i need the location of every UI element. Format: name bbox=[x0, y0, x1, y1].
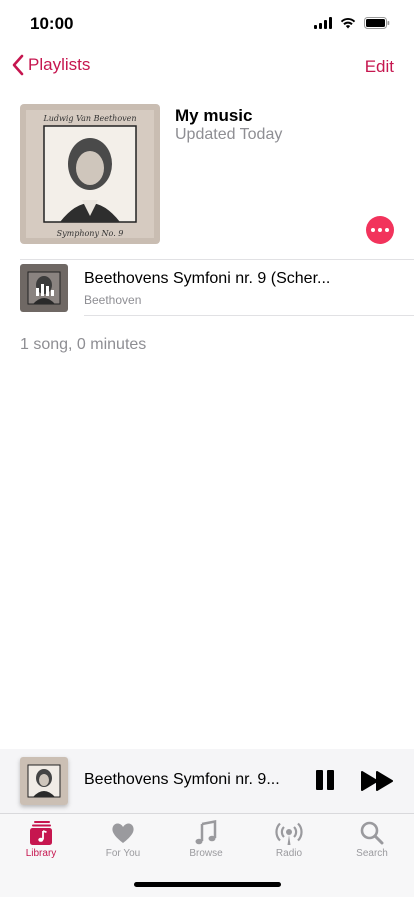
cover-title-text: Ludwig Van Beethoven bbox=[42, 114, 136, 123]
wifi-icon bbox=[340, 17, 356, 29]
home-indicator[interactable] bbox=[134, 882, 281, 887]
heart-icon bbox=[112, 823, 134, 843]
back-button-label: Playlists bbox=[28, 55, 91, 74]
playlist-subtitle: Updated Today bbox=[175, 126, 283, 143]
playlist-title: My music bbox=[175, 106, 253, 125]
mini-player-title: Beethovens Symfoni nr. 9... bbox=[84, 771, 280, 788]
song-artist: Beethoven bbox=[84, 293, 142, 307]
status-time: 10:00 bbox=[30, 14, 74, 33]
battery-icon bbox=[364, 17, 390, 29]
more-options-button[interactable] bbox=[366, 216, 394, 244]
radio-icon bbox=[275, 822, 303, 845]
more-dots-icon bbox=[371, 228, 375, 232]
divider bbox=[84, 315, 414, 316]
song-row[interactable]: Beethovens Symfoni nr. 9 (Scher... Beeth… bbox=[20, 264, 414, 314]
song-title: Beethovens Symfoni nr. 9 (Scher... bbox=[84, 270, 331, 287]
tab-label: Radio bbox=[275, 848, 303, 859]
tab-library[interactable]: Library bbox=[0, 820, 82, 859]
tab-browse[interactable]: Browse bbox=[165, 820, 247, 859]
tab-label: For You bbox=[105, 848, 141, 859]
status-icons bbox=[314, 17, 390, 29]
pause-icon bbox=[316, 770, 323, 790]
tab-for-you[interactable]: For You bbox=[82, 820, 164, 859]
playlist-cover-art[interactable]: Ludwig Van Beethoven Symphony No. 9 bbox=[20, 104, 160, 244]
chevron-left-icon bbox=[12, 54, 24, 76]
search-icon bbox=[360, 821, 384, 845]
mini-player-artwork[interactable] bbox=[20, 757, 68, 805]
mini-player[interactable]: Beethovens Symfoni nr. 9... bbox=[0, 749, 414, 813]
tab-label: Browse bbox=[189, 848, 223, 859]
cellular-signal-icon bbox=[314, 17, 332, 29]
playlist-header: Ludwig Van Beethoven Symphony No. 9 My m… bbox=[20, 104, 394, 244]
cover-caption-text: Symphony No. 9 bbox=[57, 229, 124, 238]
edit-button[interactable]: Edit bbox=[365, 57, 394, 77]
tab-radio[interactable]: Radio bbox=[248, 820, 330, 859]
fast-forward-icon bbox=[361, 771, 393, 791]
music-note-icon bbox=[195, 820, 217, 845]
pause-button[interactable] bbox=[316, 770, 338, 792]
tab-label: Search bbox=[356, 848, 388, 859]
tab-label: Library bbox=[25, 848, 57, 859]
playlist-summary: 1 song, 0 minutes bbox=[20, 336, 147, 353]
song-artwork bbox=[20, 264, 68, 312]
back-button[interactable]: Playlists bbox=[12, 54, 90, 76]
navigation-bar: Playlists Edit bbox=[0, 48, 414, 88]
divider bbox=[20, 259, 414, 260]
library-icon bbox=[30, 821, 52, 845]
tab-search[interactable]: Search bbox=[331, 820, 413, 859]
status-bar: 10:00 bbox=[0, 0, 414, 48]
skip-forward-button[interactable] bbox=[360, 770, 394, 797]
